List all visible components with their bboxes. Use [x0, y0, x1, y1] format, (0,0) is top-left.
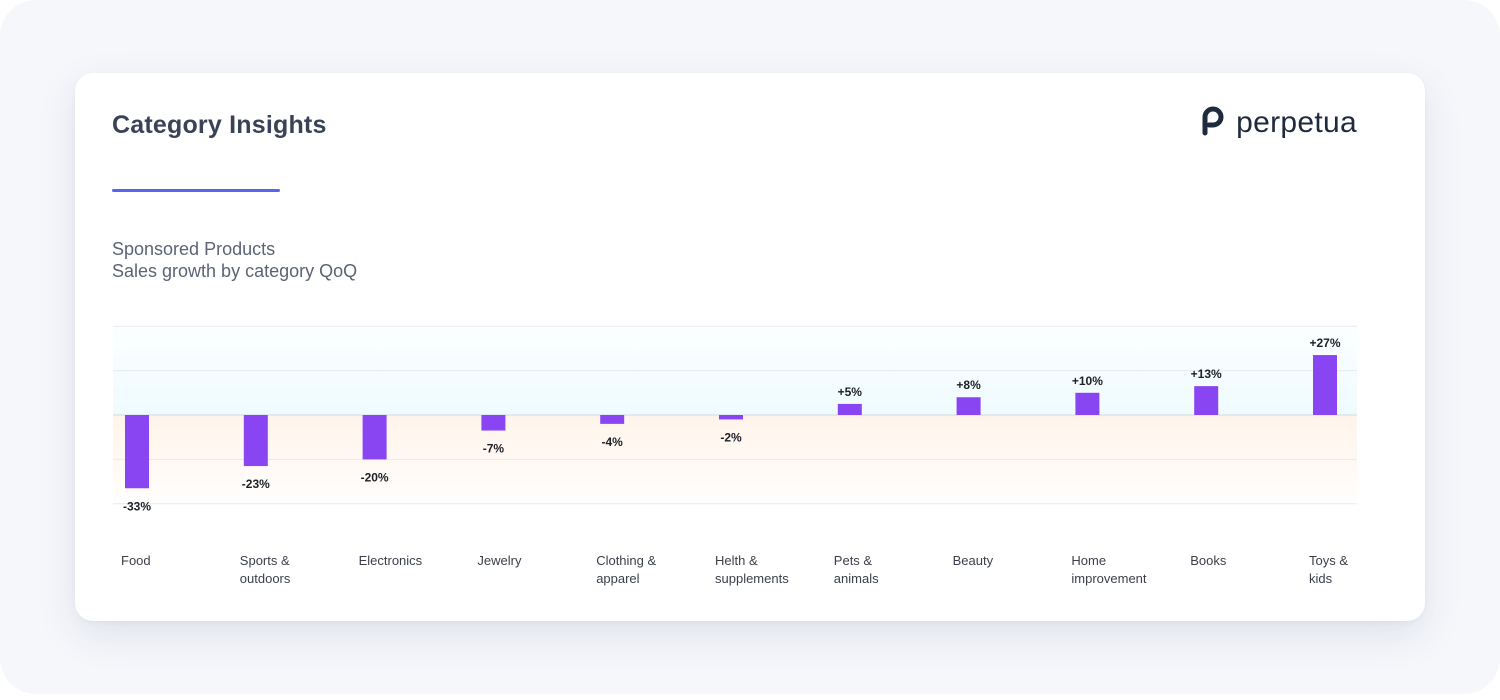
value-label: +8%	[956, 378, 981, 392]
bar	[125, 415, 149, 489]
value-label: -33%	[123, 499, 151, 513]
bar	[1313, 355, 1337, 415]
value-label: -7%	[483, 442, 505, 456]
category-label: Clothing &	[596, 553, 656, 568]
category-label: kids	[1309, 571, 1333, 586]
value-label: -20%	[361, 470, 389, 484]
bar	[1194, 386, 1219, 415]
bar	[837, 403, 862, 415]
category-label: improvement	[1071, 571, 1147, 586]
value-label: -2%	[720, 430, 742, 444]
value-label: +10%	[1072, 374, 1103, 388]
category-label: Sports &	[240, 553, 290, 568]
value-label: -23%	[242, 477, 270, 491]
category-label: animals	[834, 571, 879, 586]
category-label: outdoors	[240, 571, 291, 586]
bar	[956, 397, 981, 415]
category-label: Electronics	[359, 553, 423, 568]
value-label: +13%	[1191, 367, 1222, 381]
category-label: Helth &	[715, 553, 758, 568]
category-label: Jewelry	[477, 553, 522, 568]
value-label: -4%	[602, 435, 624, 449]
category-label: supplements	[715, 571, 789, 586]
category-label: Books	[1190, 553, 1227, 568]
bar	[1075, 392, 1100, 415]
sales-growth-bar-chart: -33% Food -23% Sports & outdoors -20% Electron…	[113, 325, 1357, 586]
category-label: Home	[1071, 553, 1106, 568]
bar	[243, 415, 268, 467]
value-label: +27%	[1309, 336, 1340, 350]
value-label: +5%	[838, 385, 863, 399]
category-label: Beauty	[953, 553, 994, 568]
bar	[481, 415, 506, 431]
category-label: apparel	[596, 571, 639, 586]
bar	[719, 415, 743, 420]
page-background: Category Insights perpetua Sponsored Pro…	[0, 0, 1500, 694]
bar	[600, 415, 625, 424]
category-label: Toys &	[1309, 553, 1348, 568]
category-label: Pets &	[834, 553, 873, 568]
bar	[362, 415, 387, 460]
category-label: Food	[121, 553, 151, 568]
category-insights-card: Category Insights perpetua Sponsored Pro…	[75, 73, 1425, 621]
